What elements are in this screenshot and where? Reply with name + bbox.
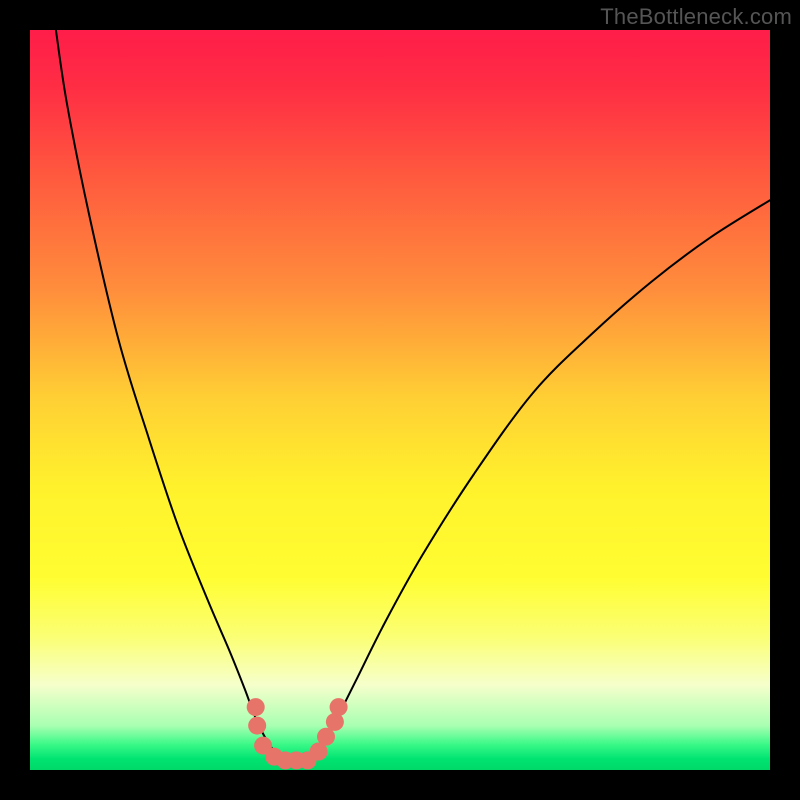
outer-frame: TheBottleneck.com bbox=[0, 0, 800, 800]
curve-marker bbox=[247, 698, 265, 716]
curve-markers bbox=[247, 698, 348, 769]
chart-svg bbox=[30, 30, 770, 770]
curve-marker bbox=[248, 717, 266, 735]
watermark-text: TheBottleneck.com bbox=[600, 4, 792, 30]
plot-area bbox=[30, 30, 770, 770]
curve-marker bbox=[330, 698, 348, 716]
bottleneck-curve bbox=[56, 30, 770, 762]
